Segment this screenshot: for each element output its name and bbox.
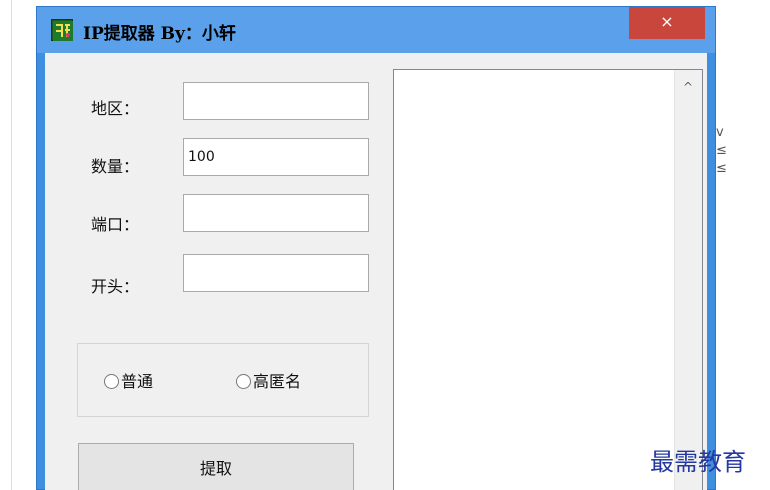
output-scrollbar[interactable]: ^ [674, 70, 702, 490]
close-button[interactable]: × [629, 7, 705, 39]
count-label: 数量： [91, 157, 140, 176]
port-input[interactable] [183, 194, 369, 232]
region-label: 地区： [91, 99, 140, 118]
prefix-input[interactable] [183, 254, 369, 292]
client-area: 地区： 数量： 100 端口： 开头： 普通 高匿名 提取 ^ [45, 53, 707, 490]
app-window: IP提取器 By：小轩 × 地区： 数量： 100 端口： 开头： 普通 高匿名 [36, 6, 716, 490]
count-input[interactable]: 100 [183, 138, 369, 176]
app-icon [51, 19, 73, 41]
scroll-up-arrow-icon[interactable]: ^ [683, 80, 693, 94]
output-textarea[interactable]: ^ [393, 69, 703, 490]
extract-button[interactable]: 提取 [78, 443, 354, 490]
close-icon: × [660, 12, 674, 31]
watermark-text: 最需教育 [650, 448, 746, 476]
background-page-strip [716, 0, 770, 490]
background-divider [11, 0, 12, 490]
high-anon-radio-label: 高匿名 [253, 372, 302, 391]
background-marks: v ≤ ≤ [716, 125, 727, 176]
normal-radio[interactable]: 普通 [104, 368, 154, 391]
radio-circle-icon [104, 374, 119, 389]
high-anon-radio[interactable]: 高匿名 [236, 368, 302, 391]
radio-circle-icon [236, 374, 251, 389]
screen: IP提取器 By：小轩 × 地区： 数量： 100 端口： 开头： 普通 高匿名 [0, 0, 770, 490]
title-bar[interactable]: IP提取器 By：小轩 × [37, 7, 715, 53]
proxy-type-group: 普通 高匿名 [77, 343, 369, 417]
window-title: IP提取器 By：小轩 [83, 24, 236, 44]
port-label: 端口： [91, 215, 140, 234]
normal-radio-label: 普通 [121, 372, 154, 391]
region-input[interactable] [183, 82, 369, 120]
prefix-label: 开头： [91, 277, 140, 296]
